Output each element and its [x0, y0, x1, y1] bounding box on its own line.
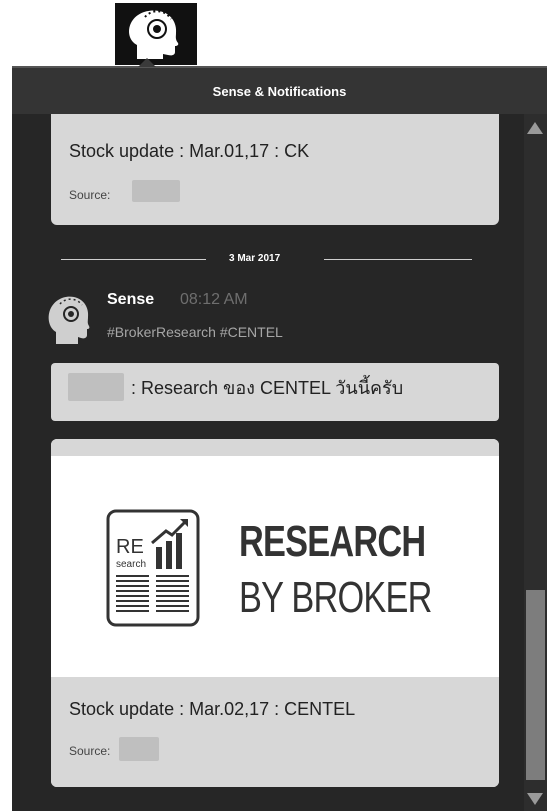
date-divider-left — [61, 259, 206, 260]
sender-name: Sense — [107, 291, 155, 308]
brain-head-icon — [46, 292, 90, 344]
media-card-footer: Stock update : Mar.02,17 : CENTEL Source… — [51, 677, 499, 787]
brain-head-icon[interactable] — [115, 3, 197, 65]
redacted-source — [132, 180, 180, 202]
message-tags: #BrokerResearch #CENTEL — [107, 324, 283, 340]
card-source-label: Source: — [69, 744, 111, 758]
message-list[interactable]: Stock update : Mar.01,17 : CK Source: 3 … — [12, 114, 524, 811]
message-bubble[interactable]: : Research ของ CENTEL วันนี้ครับ — [51, 363, 499, 421]
research-media-card[interactable]: RE search RESEARCH BY BROKER Stock updat… — [51, 439, 499, 787]
redacted-source — [119, 737, 159, 761]
card-title: Stock update : Mar.01,17 : CK — [69, 141, 310, 161]
card-source-label: Source: — [69, 188, 111, 202]
card-title: Stock update : Mar.02,17 : CENTEL — [69, 699, 356, 719]
date-separator: 3 Mar 2017 — [229, 253, 281, 264]
redacted-name — [68, 373, 124, 401]
logo-text: RE — [116, 536, 144, 558]
message-time: 08:12 AM — [180, 291, 248, 308]
panel-title: Sense & Notifications — [12, 66, 547, 114]
banner-subtitle: BY BROKER — [239, 573, 432, 622]
scroll-thumb[interactable] — [526, 590, 545, 780]
research-document-icon: RE search — [106, 509, 200, 627]
scroll-up-arrow-icon[interactable] — [527, 122, 543, 134]
panel-pointer — [138, 58, 156, 67]
scroll-down-arrow-icon[interactable] — [527, 793, 543, 805]
vertical-scrollbar[interactable] — [524, 114, 547, 811]
notifications-panel: Sense & Notifications Stock update : Mar… — [12, 66, 547, 811]
svg-text:search: search — [116, 559, 146, 570]
stock-update-card[interactable]: Stock update : Mar.01,17 : CK Source: — [51, 114, 499, 225]
media-card-header — [51, 439, 499, 456]
date-divider-right — [324, 259, 472, 260]
message-text: : Research ของ CENTEL วันนี้ครับ — [131, 378, 404, 398]
banner-title: RESEARCH — [239, 517, 426, 566]
